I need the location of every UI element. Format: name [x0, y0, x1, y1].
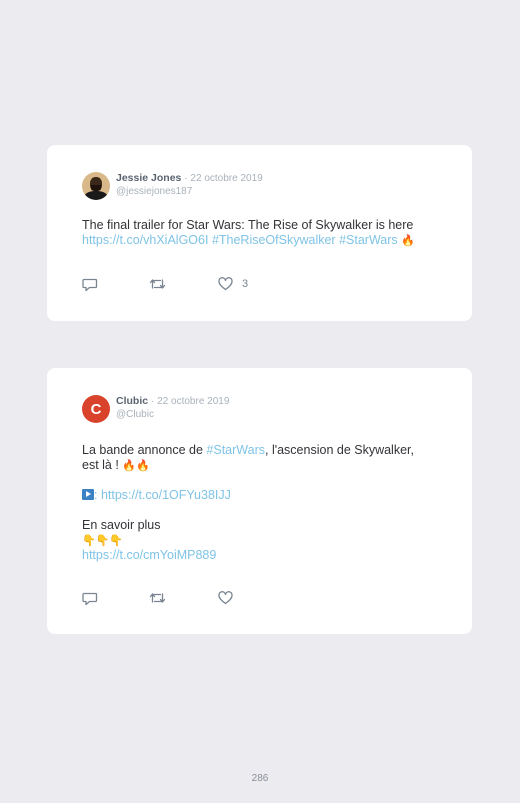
retweet-button[interactable]	[149, 591, 166, 605]
tweet-text-segment: :	[94, 488, 101, 502]
fire-emoji: 🔥🔥	[122, 459, 150, 472]
like-button[interactable]	[218, 591, 233, 605]
play-icon	[82, 489, 94, 500]
tweet-link[interactable]: https://t.co/cmYoiMP889	[82, 548, 452, 563]
like-icon	[218, 277, 233, 291]
retweet-icon	[149, 277, 166, 291]
tweet-date: · 22 octobre 2019	[151, 396, 230, 407]
tweet-header: C Clubic · 22 octobre 2019 @Clubic	[82, 395, 229, 423]
author-handle[interactable]: @Clubic	[116, 408, 229, 421]
page-number: 286	[251, 773, 269, 784]
tweet-header: Jessie Jones · 22 octobre 2019 @jessiejo…	[82, 172, 263, 200]
hashtag-link[interactable]: #StarWars	[206, 443, 265, 457]
tweet-text-segment: , l'ascension de Skywalker,	[265, 443, 414, 457]
tweet-text-segment: La bande annonce de	[82, 443, 207, 457]
hashtag-link[interactable]: #TheRiseOfSkywalker	[212, 233, 336, 247]
tweet-text: The final trailer for Star Wars: The Ris…	[82, 218, 452, 248]
like-icon	[218, 591, 233, 605]
reply-button[interactable]	[82, 591, 98, 606]
pointing-down-emoji: 👇👇👇	[82, 534, 124, 547]
tweet-text: La bande annonce de #StarWars, l'ascensi…	[82, 443, 452, 563]
reply-button[interactable]	[82, 277, 98, 292]
avatar[interactable]	[82, 172, 110, 200]
tweet-text-segment: est là !	[82, 458, 123, 472]
reply-icon	[82, 277, 98, 292]
tweet-date: · 22 octobre 2019	[184, 173, 263, 184]
reply-icon	[82, 591, 98, 606]
clubic-logo: C	[90, 400, 102, 418]
tweet-card: Jessie Jones · 22 octobre 2019 @jessiejo…	[47, 145, 472, 321]
tweet-link[interactable]: https://t.co/1OFYu38IJJ	[101, 488, 231, 502]
like-button[interactable]: 3	[218, 277, 248, 291]
tweet-card: C Clubic · 22 octobre 2019 @Clubic La ba…	[47, 368, 472, 634]
author-name[interactable]: Clubic	[116, 395, 148, 407]
retweet-button[interactable]	[149, 277, 166, 291]
tweet-text-segment: En savoir plus	[82, 518, 161, 532]
avatar[interactable]: C	[82, 395, 110, 423]
hashtag-link[interactable]: #StarWars	[339, 233, 398, 247]
fire-emoji: 🔥	[401, 234, 415, 247]
tweet-link[interactable]: https://t.co/vhXiAlGO6I	[82, 233, 208, 247]
tweet-text-line: The final trailer for Star Wars: The Ris…	[82, 218, 414, 232]
retweet-icon	[149, 591, 166, 605]
author-handle[interactable]: @jessiejones187	[116, 185, 263, 198]
like-count: 3	[242, 278, 249, 290]
author-name[interactable]: Jessie Jones	[116, 172, 181, 184]
